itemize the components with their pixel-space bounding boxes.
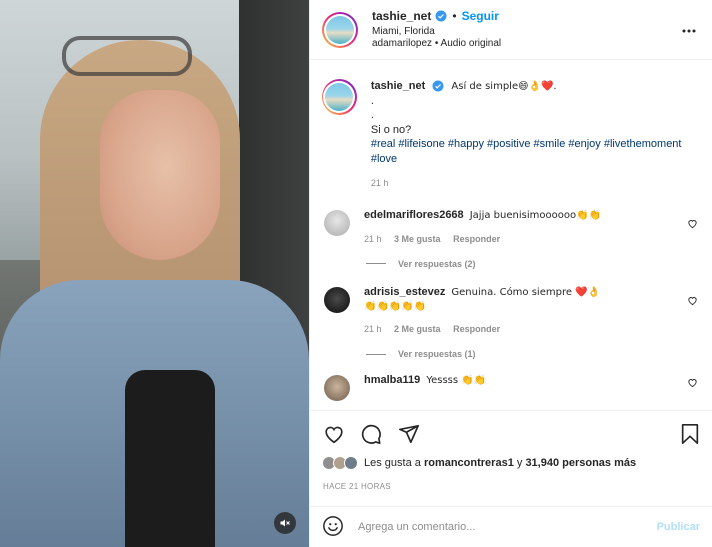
comments-list[interactable]: tashie_net Así de simple😄👌❤️. . . Si o n… <box>310 61 712 410</box>
avatar <box>344 456 358 470</box>
caption-line: Si o no? <box>370 123 412 136</box>
separator: • <box>452 8 457 23</box>
likes-middle: y <box>513 457 526 469</box>
view-replies-button[interactable]: Ver respuestas (2) <box>366 259 712 269</box>
bookmark-icon <box>681 424 699 444</box>
avatar[interactable] <box>324 286 350 313</box>
liker-avatars <box>322 456 358 470</box>
comment-text-line: 👏👏👏👏👏 <box>364 300 427 312</box>
comment-timestamp[interactable]: 21 h <box>364 234 382 244</box>
avatar[interactable] <box>324 375 350 402</box>
save-button[interactable] <box>680 423 700 448</box>
comment-text: Yessss 👏👏 <box>426 375 487 387</box>
comment-likes[interactable]: 2 Me gusta <box>394 324 441 334</box>
caption-hashtags[interactable]: #real #lifeisone #happy #positive #smile… <box>371 137 700 166</box>
avatar[interactable] <box>322 79 357 115</box>
likes-count[interactable]: 31,940 personas más <box>525 457 636 469</box>
verified-badge-icon <box>432 80 444 92</box>
send-paper-plane-icon <box>398 424 419 444</box>
comment-username[interactable]: adrisis_estevez <box>364 286 445 298</box>
comment-username[interactable]: hmalba119 <box>364 374 420 386</box>
comment-input[interactable] <box>358 521 638 533</box>
caption: tashie_net Así de simple😄👌❤️. . . Si o n… <box>310 61 712 190</box>
action-bar <box>310 410 712 454</box>
caption-text: Así de simple😄👌❤️. <box>451 81 557 92</box>
comment-like-button[interactable] <box>687 295 698 309</box>
comment-bubble-icon <box>362 424 382 444</box>
post-header: tashie_net • Seguir Miami, Florida adama… <box>310 0 712 60</box>
more-horizontal-icon <box>682 29 696 33</box>
comment-like-button[interactable] <box>687 218 698 232</box>
caption-username[interactable]: tashie_net <box>371 80 425 92</box>
location-link[interactable]: Miami, Florida <box>372 26 501 39</box>
comment-timestamp[interactable]: 21 h <box>364 324 382 334</box>
smiley-face-icon <box>323 515 343 536</box>
likes-summary[interactable]: Les gusta a romancontreras1 y 31,940 per… <box>322 456 636 470</box>
heart-outline-icon <box>688 379 697 388</box>
caption-timestamp[interactable]: 21 h <box>371 178 700 190</box>
comment-button[interactable] <box>360 423 382 448</box>
mute-button[interactable] <box>274 512 296 534</box>
comment-text: Jajja buenisimoooooo👏👏 <box>469 209 601 221</box>
view-replies-label: Ver respuestas (2) <box>398 258 476 269</box>
follow-button[interactable]: Seguir <box>462 9 499 24</box>
heart-outline-icon <box>325 426 343 444</box>
comment-username[interactable]: edelmariflores2668 <box>364 209 464 221</box>
more-options-button[interactable] <box>682 22 696 36</box>
share-button[interactable] <box>398 423 420 448</box>
view-replies-button[interactable]: Ver respuestas (1) <box>366 349 712 359</box>
post-timestamp[interactable]: HACE 21 HORAS <box>323 482 391 491</box>
reply-button[interactable]: Responder <box>453 324 500 334</box>
comment-text: Genuina. Cómo siempre ❤️👌 <box>451 286 601 298</box>
comment-composer: Publicar <box>310 506 712 547</box>
publish-button[interactable]: Publicar <box>657 521 700 533</box>
comment-likes[interactable]: 3 Me gusta <box>394 234 441 244</box>
speaker-muted-icon <box>280 519 290 527</box>
video-subject <box>100 90 220 260</box>
comment-like-button[interactable] <box>687 377 698 391</box>
reply-button[interactable]: Responder <box>453 234 500 244</box>
post-dialog: tashie_net • Seguir Miami, Florida adama… <box>0 0 712 547</box>
likes-prefix: Les gusta a <box>364 457 424 469</box>
author-username[interactable]: tashie_net <box>372 9 431 24</box>
view-replies-label: Ver respuestas (1) <box>398 349 476 360</box>
emoji-button[interactable] <box>322 515 344 540</box>
caption-line: . <box>370 94 374 107</box>
verified-badge-icon <box>435 10 447 22</box>
heart-outline-icon <box>688 297 697 306</box>
comment: edelmariflores2668 Jajja buenisimoooooo👏… <box>310 208 712 245</box>
caption-line: . <box>370 109 374 122</box>
avatar[interactable] <box>324 209 350 236</box>
comment: adrisis_estevez Genuina. Cómo siempre ❤️… <box>310 285 712 335</box>
post-video[interactable] <box>0 0 309 547</box>
like-button[interactable] <box>323 423 345 448</box>
audio-link[interactable]: adamarilopez • Audio original <box>372 38 501 51</box>
comment: hmalba119 Yessss 👏👏 <box>310 373 712 402</box>
avatar[interactable] <box>322 11 358 48</box>
heart-outline-icon <box>688 220 697 229</box>
liker-username[interactable]: romancontreras1 <box>424 457 514 469</box>
post-sidebar: tashie_net • Seguir Miami, Florida adama… <box>309 0 712 547</box>
